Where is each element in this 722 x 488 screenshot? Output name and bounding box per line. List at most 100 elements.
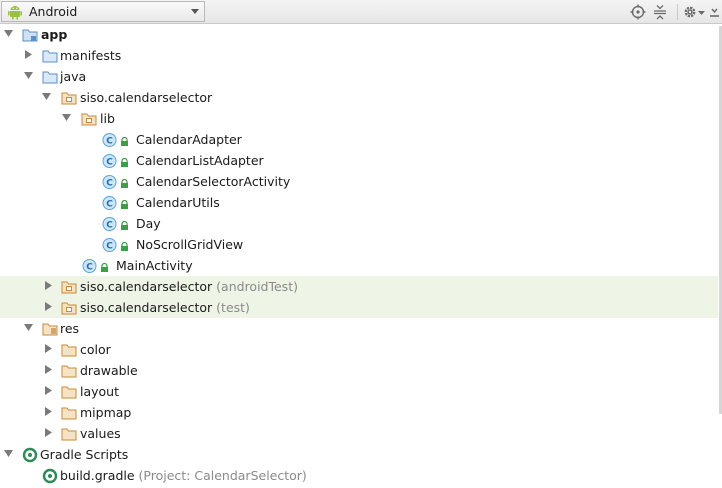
tree-node-class[interactable]: C NoScrollGridView — [0, 234, 718, 255]
chevron-right-icon[interactable] — [44, 365, 54, 375]
class-icon: C — [102, 133, 117, 147]
chevron-down-icon[interactable] — [4, 29, 14, 39]
tree-node-class[interactable]: C Day — [0, 213, 718, 234]
class-icon: C — [102, 196, 117, 210]
gear-icon[interactable] — [682, 4, 698, 20]
tree-label-class: CalendarAdapter — [136, 132, 242, 147]
folder-icon — [61, 365, 77, 378]
svg-text:C: C — [106, 137, 113, 147]
class-icon: C — [102, 154, 117, 168]
chevron-right-icon[interactable] — [44, 344, 54, 354]
android-icon — [8, 5, 22, 19]
tree-node-manifests[interactable]: manifests — [0, 45, 718, 66]
resource-folder-icon — [42, 323, 58, 336]
svg-text:C: C — [106, 200, 113, 210]
tree-label-class: Day — [136, 216, 161, 231]
tree-label-res-folder: drawable — [80, 363, 138, 378]
tree-label-res-folder: values — [80, 426, 121, 441]
chevron-right-icon[interactable] — [44, 428, 54, 438]
gradle-icon — [42, 468, 58, 484]
package-name: siso.calendarselector — [80, 279, 213, 294]
package-icon — [61, 302, 77, 315]
lock-icon — [121, 179, 128, 188]
tree-label-lib: lib — [100, 111, 115, 126]
tree-node-package[interactable]: siso.calendarselector — [0, 87, 718, 108]
vertical-scrollbar[interactable] — [718, 24, 722, 488]
tree-label-res: res — [60, 321, 80, 336]
lock-icon — [121, 221, 128, 230]
tree-label-class: CalendarSelectorActivity — [136, 174, 291, 189]
source-set-hint: (test) — [216, 300, 250, 315]
tree-node-class[interactable]: C CalendarListAdapter — [0, 150, 718, 171]
tree-node-app[interactable]: app — [0, 24, 718, 45]
chevron-right-icon[interactable] — [44, 302, 54, 312]
svg-text:C: C — [106, 158, 113, 168]
chevron-right-icon[interactable] — [44, 386, 54, 396]
package-name: siso.calendarselector — [80, 300, 213, 315]
scroll-from-source-icon[interactable] — [630, 4, 646, 20]
chevron-down-icon[interactable] — [62, 113, 72, 123]
tree-node-res-folder[interactable]: mipmap — [0, 402, 718, 423]
tree-node-res-folder[interactable]: values — [0, 423, 718, 444]
class-icon: C — [102, 238, 117, 252]
tree-node-class[interactable]: C CalendarSelectorActivity — [0, 171, 718, 192]
svg-text:C: C — [106, 221, 113, 231]
chevron-down-icon[interactable] — [42, 92, 52, 102]
lock-icon — [121, 242, 128, 251]
tree-label-app: app — [41, 27, 68, 42]
tree-node-class[interactable]: C CalendarAdapter — [0, 129, 718, 150]
tree-node-res[interactable]: res — [0, 318, 718, 339]
tree-node-res-folder[interactable]: drawable — [0, 360, 718, 381]
collapse-all-icon[interactable] — [652, 4, 668, 20]
folder-icon — [61, 344, 77, 357]
chevron-down-icon — [191, 9, 199, 14]
chevron-right-icon[interactable] — [44, 281, 54, 291]
class-icon: C — [82, 259, 97, 273]
chevron-down-icon[interactable] — [697, 4, 707, 20]
tree-node-class[interactable]: C CalendarUtils — [0, 192, 718, 213]
tree-label-java: java — [60, 69, 87, 84]
tree-node-res-folder[interactable]: layout — [0, 381, 718, 402]
hide-panel-icon[interactable] — [709, 4, 721, 20]
tree-label-package: siso.calendarselector — [80, 90, 213, 105]
chevron-right-icon[interactable] — [24, 50, 34, 60]
folder-icon — [42, 71, 58, 84]
tree-node-package-android-test[interactable]: siso.calendarselector (androidTest) — [0, 276, 718, 297]
source-set-hint: (androidTest) — [216, 279, 298, 294]
tree-node-gradle-scripts[interactable]: Gradle Scripts — [0, 444, 718, 465]
chevron-down-icon[interactable] — [24, 323, 34, 333]
tree-node-java[interactable]: java — [0, 66, 718, 87]
tree-label-res-folder: color — [80, 342, 111, 357]
file-name: build.gradle — [60, 468, 135, 483]
tree-node-res-folder[interactable]: color — [0, 339, 718, 360]
class-icon: C — [102, 175, 117, 189]
tree-label-class: CalendarUtils — [136, 195, 220, 210]
svg-text:C: C — [106, 242, 113, 252]
lock-icon — [101, 263, 108, 272]
project-toolbar: Android — [0, 0, 722, 24]
chevron-right-icon[interactable] — [44, 407, 54, 417]
project-tree: app manifests java siso.calendarselector… — [0, 24, 718, 488]
tree-node-lib[interactable]: lib — [0, 108, 718, 129]
view-selector-label: Android — [29, 4, 78, 19]
package-icon — [61, 92, 77, 105]
lock-icon — [121, 200, 128, 209]
chevron-down-icon[interactable] — [24, 71, 34, 81]
gradle-icon — [22, 447, 38, 463]
folder-icon — [61, 407, 77, 420]
view-selector-dropdown[interactable]: Android — [1, 1, 205, 22]
folder-icon — [42, 50, 58, 63]
toolbar-separator — [677, 4, 678, 20]
chevron-down-icon[interactable] — [4, 449, 14, 459]
tree-label-package: siso.calendarselector (test) — [80, 300, 250, 315]
package-icon — [81, 113, 97, 126]
tree-label-main-activity: MainActivity — [116, 258, 193, 273]
tree-node-main-activity[interactable]: C MainActivity — [0, 255, 718, 276]
tree-node-package-test[interactable]: siso.calendarselector (test) — [0, 297, 718, 318]
tree-label-class: NoScrollGridView — [136, 237, 244, 252]
tree-node-build-gradle[interactable]: build.gradle (Project: CalendarSelector) — [0, 465, 718, 486]
svg-text:C: C — [86, 263, 93, 273]
folder-icon — [61, 386, 77, 399]
tree-label-class: CalendarListAdapter — [136, 153, 264, 168]
svg-text:C: C — [106, 179, 113, 189]
